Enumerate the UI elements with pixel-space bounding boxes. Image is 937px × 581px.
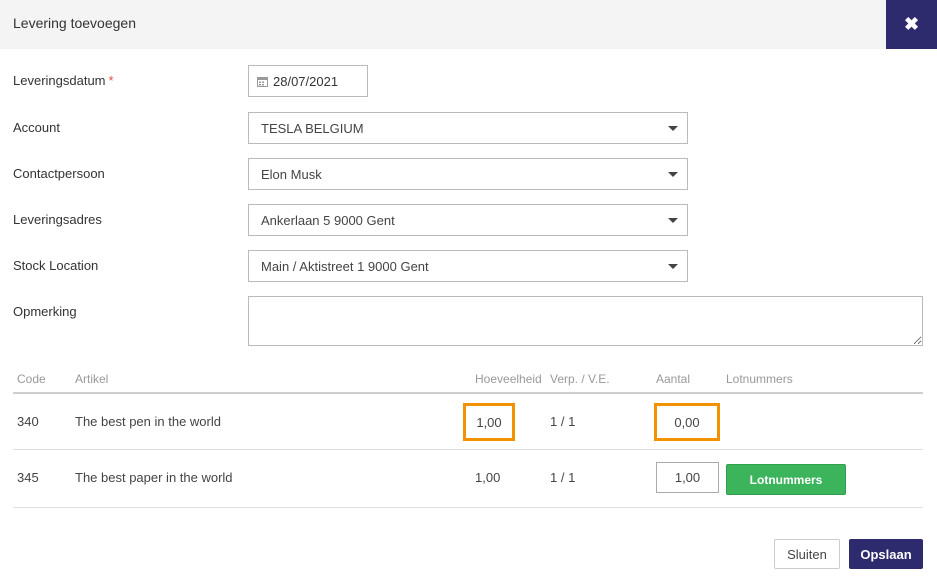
row-code: 340 (17, 414, 39, 429)
delivery-date-input[interactable]: 28/07/2021 (248, 65, 368, 97)
row-packaging: 1 / 1 (550, 414, 576, 429)
delivery-date-label: Leveringsdatum * (13, 73, 114, 88)
close-dialog-button[interactable]: Sluiten (774, 539, 840, 569)
calendar-icon (257, 76, 268, 87)
amount-input[interactable]: 1,00 (656, 462, 719, 493)
lotnumbers-button[interactable]: Lotnummers (726, 464, 846, 495)
save-button[interactable]: Opslaan (849, 539, 923, 569)
row-divider (13, 507, 923, 508)
column-header-quantity: Hoeveelheid (475, 372, 542, 386)
amount-input-highlighted[interactable]: 0,00 (654, 403, 720, 441)
row-amount: 1,00 (674, 470, 701, 485)
column-header-code: Code (17, 372, 46, 386)
caret-down-icon (668, 172, 678, 177)
delivery-date-label-text: Leveringsdatum (13, 73, 106, 88)
account-value: TESLA BELGIUM (261, 120, 364, 136)
address-value: Ankerlaan 5 9000 Gent (261, 212, 395, 228)
remark-label: Opmerking (13, 304, 77, 319)
stock-location-select[interactable]: Main / Aktistreet 1 9000 Gent (248, 250, 688, 282)
delivery-date-value: 28/07/2021 (273, 73, 339, 89)
stock-location-label: Stock Location (13, 258, 99, 273)
column-header-amount: Aantal (656, 372, 691, 386)
close-button[interactable]: ✖ (886, 0, 937, 49)
contact-label: Contactpersoon (13, 166, 105, 181)
contact-value: Elon Musk (261, 166, 322, 182)
row-packaging: 1 / 1 (550, 470, 576, 485)
column-header-packaging: Verp. / V.E. (550, 372, 610, 386)
address-label: Leveringsadres (13, 212, 102, 227)
account-label: Account (13, 120, 60, 135)
contact-select[interactable]: Elon Musk (248, 158, 688, 190)
caret-down-icon (668, 126, 678, 131)
column-header-lotnumbers: Lotnummers (726, 372, 793, 386)
row-divider (13, 449, 923, 450)
quantity-highlight-box: 1,00 (463, 403, 515, 441)
row-amount: 0,00 (674, 414, 700, 430)
close-icon: ✖ (903, 14, 920, 34)
row-code: 345 (17, 470, 39, 485)
row-quantity: 1,00 (475, 470, 501, 485)
caret-down-icon (668, 264, 678, 269)
caret-down-icon (668, 218, 678, 223)
account-select[interactable]: TESLA BELGIUM (248, 112, 688, 144)
column-header-article: Artikel (75, 372, 109, 386)
required-marker: * (108, 73, 114, 88)
table-header-divider (13, 392, 923, 394)
remark-textarea[interactable] (248, 296, 923, 346)
address-select[interactable]: Ankerlaan 5 9000 Gent (248, 204, 688, 236)
row-article: The best pen in the world (75, 414, 221, 429)
row-article: The best paper in the world (75, 470, 233, 485)
dialog-title: Levering toevoegen (13, 15, 136, 31)
dialog-header: Levering toevoegen ✖ (0, 0, 937, 49)
row-quantity: 1,00 (476, 414, 502, 430)
stock-location-value: Main / Aktistreet 1 9000 Gent (261, 258, 429, 274)
